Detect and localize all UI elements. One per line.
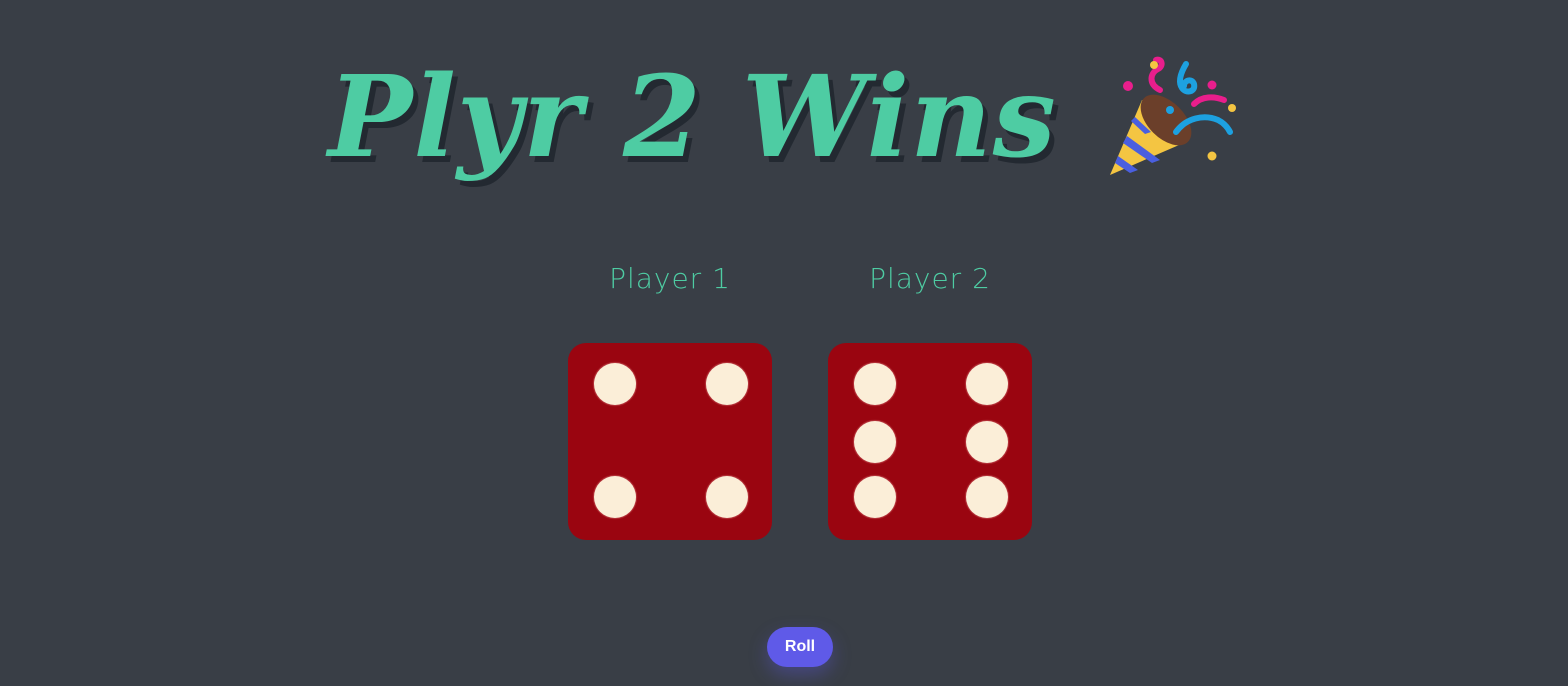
die-pip — [706, 363, 749, 406]
die-pip — [853, 363, 896, 406]
player-1-label: Player 1 — [609, 262, 731, 295]
die-pip — [706, 475, 749, 518]
party-popper-icon — [1100, 48, 1240, 188]
player-1-die — [568, 343, 772, 540]
die-pip — [966, 363, 1009, 406]
winner-title: Plyr 2 Wins — [0, 48, 1568, 188]
roll-button[interactable]: Roll — [767, 627, 833, 667]
die-pip — [593, 475, 636, 518]
player-2-die — [828, 343, 1032, 540]
die-pip — [853, 475, 896, 518]
die-pip — [966, 475, 1009, 518]
winner-title-text: Plyr 2 Wins — [328, 52, 1057, 183]
die-pip — [593, 363, 636, 406]
die-pip — [853, 420, 896, 463]
die-pip — [966, 420, 1009, 463]
player-2-label: Player 2 — [869, 262, 991, 295]
